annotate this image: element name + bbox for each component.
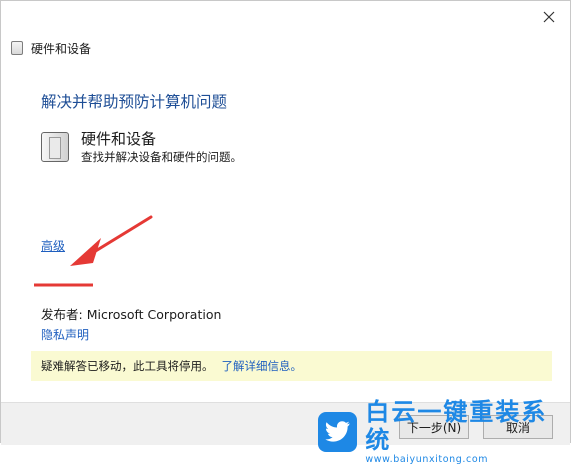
watermark: 白云一键重装系统 www.baiyunxitong.com (318, 398, 570, 466)
page-heading: 解决并帮助预防计算机问题 (41, 93, 228, 111)
window-title: 硬件和设备 (31, 41, 92, 56)
privacy-link[interactable]: 隐私声明 (41, 326, 89, 343)
watermark-url: www.baiyunxitong.com (365, 454, 489, 465)
close-button[interactable] (538, 7, 560, 27)
close-icon (543, 11, 555, 23)
twitter-bird-icon (318, 412, 358, 452)
hardware-app-icon (11, 41, 23, 55)
troubleshooter-window: 硬件和设备 解决并帮助预防计算机问题 硬件和设备 查找并解决设备和硬件的问题。 … (0, 0, 571, 465)
publisher-value: Microsoft Corporation (86, 307, 222, 322)
deprecation-notice: 疑难解答已移动，此工具将停用。 了解详细信息。 (31, 351, 552, 381)
publisher-label: 发布者: (41, 307, 83, 322)
troubleshooter-item[interactable]: 硬件和设备 查找并解决设备和硬件的问题。 (41, 129, 242, 165)
advanced-link[interactable]: 高级 (41, 237, 65, 254)
item-description: 查找并解决设备和硬件的问题。 (81, 150, 242, 164)
hardware-device-icon (41, 132, 69, 162)
notice-period: 。 (290, 359, 303, 373)
item-title: 硬件和设备 (81, 130, 157, 148)
notice-text: 疑难解答已移动，此工具将停用。 (41, 359, 214, 373)
watermark-title: 白云一键重装系统 (365, 398, 548, 454)
publisher-line: 发布者: Microsoft Corporation (41, 304, 221, 323)
learn-more-link[interactable]: 了解详细信息 (222, 358, 291, 374)
window-titlebar: 硬件和设备 (11, 39, 91, 57)
